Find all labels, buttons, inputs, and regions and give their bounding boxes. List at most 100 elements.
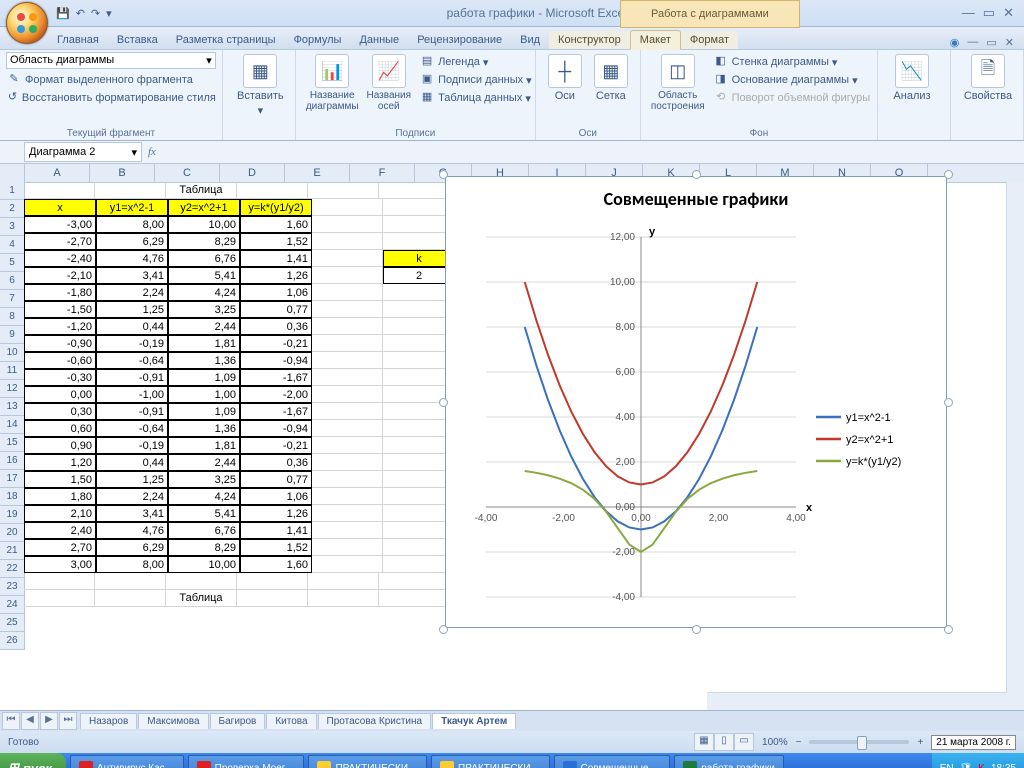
cell[interactable]: y=k*(y1/y2) <box>240 199 312 216</box>
cell[interactable]: -1,00 <box>96 386 168 403</box>
clock[interactable]: 18:35 <box>991 763 1016 768</box>
cell[interactable] <box>383 454 454 471</box>
row-header[interactable]: 19 <box>0 506 24 524</box>
cell[interactable]: -1,80 <box>24 284 96 301</box>
tray-shield-icon[interactable]: 🛡 <box>960 763 973 768</box>
row-header[interactable]: 14 <box>0 416 24 434</box>
tab-Данные[interactable]: Данные <box>350 31 408 49</box>
zoom-out-icon[interactable]: − <box>796 737 802 748</box>
cell[interactable] <box>312 216 383 233</box>
cell[interactable]: -0,91 <box>96 369 168 386</box>
tab-Разметка страницы[interactable]: Разметка страницы <box>167 31 285 49</box>
cell[interactable] <box>383 233 454 250</box>
sheet-tab[interactable]: Ткачук Артем <box>432 713 516 729</box>
doc-restore-icon[interactable]: ▭ <box>986 36 996 49</box>
cell[interactable]: 1,81 <box>168 437 240 454</box>
last-sheet-icon[interactable]: ⏭ <box>59 712 77 730</box>
tab-Формулы[interactable]: Формулы <box>285 31 351 49</box>
cell[interactable]: 5,41 <box>168 267 240 284</box>
col-header[interactable]: D <box>220 164 285 182</box>
cell[interactable] <box>312 284 383 301</box>
cell[interactable]: 0,44 <box>96 454 168 471</box>
taskbar-item[interactable]: ПРАКТИЧЕСКИ… <box>431 755 550 768</box>
cell[interactable]: 1,09 <box>168 369 240 386</box>
sheet-tab[interactable]: Максимова <box>138 713 208 729</box>
cell[interactable]: -0,30 <box>24 369 96 386</box>
cell[interactable]: 3,00 <box>24 556 96 573</box>
view-layout-icon[interactable]: ▯ <box>714 733 734 751</box>
tab-Рецензирование[interactable]: Рецензирование <box>408 31 511 49</box>
cell[interactable]: 8,00 <box>96 556 168 573</box>
cell[interactable] <box>24 573 95 590</box>
cell[interactable] <box>312 522 383 539</box>
cell[interactable]: 2,44 <box>168 454 240 471</box>
start-button[interactable]: ⊞пуск <box>0 753 66 768</box>
cell[interactable]: -3,00 <box>24 216 96 233</box>
select-all-button[interactable] <box>0 164 25 182</box>
chart-floor-button[interactable]: ◨Основание диаграммы ▾ <box>713 72 871 88</box>
cell[interactable] <box>379 573 450 590</box>
taskbar-item[interactable]: Проверка Моег… <box>188 755 305 768</box>
cell[interactable]: 1,41 <box>240 522 312 539</box>
insert-button[interactable]: ▦Вставить▾ <box>229 52 292 119</box>
taskbar-item[interactable]: ПРАКТИЧЕСКИ… <box>308 755 427 768</box>
cell[interactable]: 8,00 <box>96 216 168 233</box>
cell[interactable] <box>312 505 383 522</box>
cell[interactable]: -2,70 <box>24 233 96 250</box>
worksheet-grid[interactable]: ABCDEFGHIJKLMNO 123456789101112131415161… <box>0 164 1024 710</box>
cell[interactable]: -0,91 <box>96 403 168 420</box>
cell[interactable] <box>237 182 308 199</box>
cell[interactable]: 1,00 <box>168 386 240 403</box>
help-icon[interactable]: ◉ <box>950 36 960 49</box>
cell[interactable]: 1,20 <box>24 454 96 471</box>
cell[interactable]: 1,60 <box>240 556 312 573</box>
horizontal-scrollbar[interactable] <box>707 692 1007 710</box>
row-header[interactable]: 22 <box>0 560 24 578</box>
chart-wall-button[interactable]: ◧Стенка диаграммы ▾ <box>713 54 871 70</box>
cell[interactable]: 0,44 <box>96 318 168 335</box>
cell[interactable] <box>24 182 95 199</box>
cell[interactable] <box>379 590 450 607</box>
row-header[interactable]: 7 <box>0 290 24 308</box>
data-labels-button[interactable]: ▣Подписи данных ▾ <box>419 72 532 88</box>
cell[interactable]: -0,60 <box>24 352 96 369</box>
plot-area-button[interactable]: ◫Область построения <box>647 52 709 140</box>
row-header[interactable]: 3 <box>0 218 24 236</box>
cell[interactable] <box>383 284 454 301</box>
row-header[interactable]: 12 <box>0 380 24 398</box>
cell[interactable] <box>308 182 379 199</box>
cell[interactable]: 3,25 <box>168 471 240 488</box>
cell[interactable] <box>383 335 454 352</box>
cell[interactable]: 6,29 <box>96 233 168 250</box>
save-icon[interactable]: 💾 <box>56 7 70 20</box>
fx-icon[interactable]: fx <box>148 146 156 158</box>
row-header[interactable]: 20 <box>0 524 24 542</box>
cell[interactable]: 1,50 <box>24 471 96 488</box>
cell[interactable] <box>383 318 454 335</box>
cell[interactable] <box>383 522 454 539</box>
row-header[interactable]: 9 <box>0 326 24 344</box>
embedded-chart[interactable]: Совмещенные графики-4,00-2,000,002,004,0… <box>445 176 947 628</box>
chart-element-selector[interactable]: Область диаграммы▾ <box>6 52 216 69</box>
cell[interactable] <box>383 539 454 556</box>
cell[interactable]: 1,60 <box>240 216 312 233</box>
cell[interactable] <box>383 301 454 318</box>
axes-button[interactable]: ┼Оси <box>542 52 588 140</box>
cell[interactable]: 0,60 <box>24 420 96 437</box>
cell[interactable]: -0,64 <box>96 420 168 437</box>
tab-Главная[interactable]: Главная <box>48 31 108 49</box>
cell[interactable]: 1,06 <box>240 488 312 505</box>
cell[interactable] <box>312 318 383 335</box>
view-pagebreak-icon[interactable]: ▭ <box>734 733 754 751</box>
row-header[interactable]: 18 <box>0 488 24 506</box>
row-header[interactable]: 26 <box>0 632 24 650</box>
cell[interactable]: -0,94 <box>240 420 312 437</box>
cell[interactable]: 2,44 <box>168 318 240 335</box>
cell[interactable] <box>383 386 454 403</box>
cell[interactable] <box>383 199 454 216</box>
cell[interactable]: 0,77 <box>240 301 312 318</box>
cell[interactable]: 0,30 <box>24 403 96 420</box>
cell[interactable]: -2,40 <box>24 250 96 267</box>
row-header[interactable]: 25 <box>0 614 24 632</box>
cell[interactable]: -1,67 <box>240 403 312 420</box>
